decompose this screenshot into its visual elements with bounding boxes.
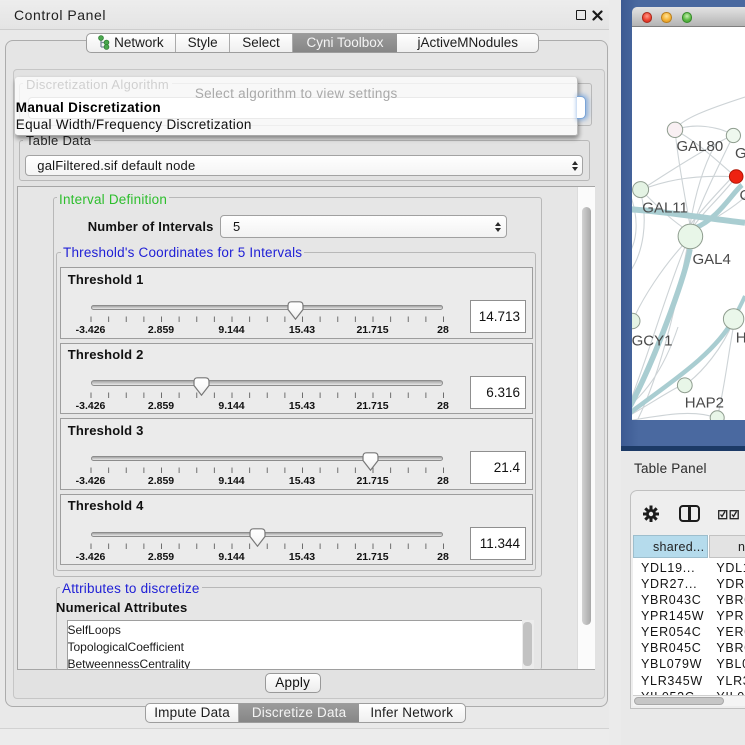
svg-text:H: H [736, 330, 745, 347]
svg-text:HAP2: HAP2 [685, 395, 724, 412]
svg-text:GA: GA [735, 145, 745, 162]
svg-text:GAL4: GAL4 [693, 251, 731, 268]
svg-text:GAL80: GAL80 [677, 138, 724, 155]
svg-text:GCY1: GCY1 [632, 333, 672, 350]
svg-text:GAL11: GAL11 [642, 200, 688, 217]
svg-text:C: C [740, 187, 745, 204]
